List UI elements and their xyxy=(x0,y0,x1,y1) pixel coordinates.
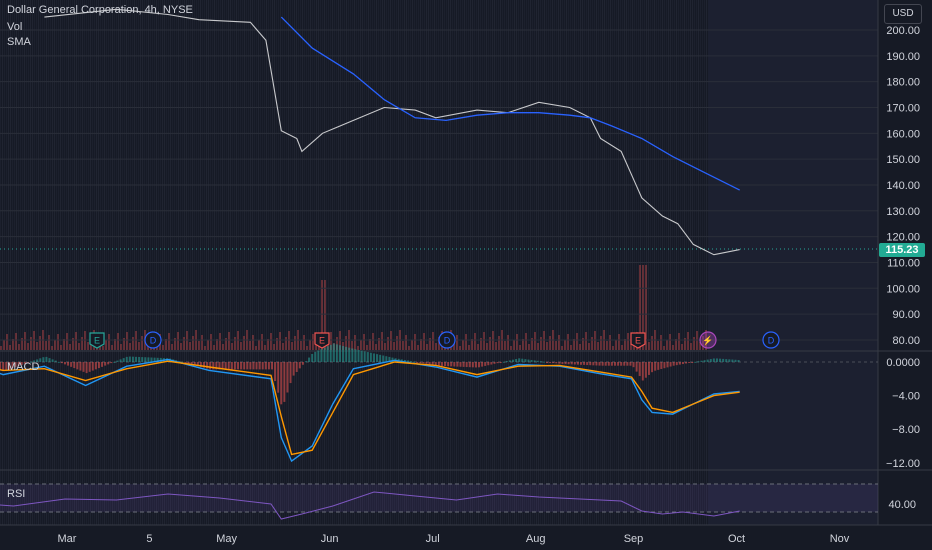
event-label: D xyxy=(768,336,775,346)
x-axis-label: Jun xyxy=(321,533,339,545)
x-axis-label: May xyxy=(216,533,237,545)
event-label: ⚡ xyxy=(702,335,713,347)
price-y-tick: 100.00 xyxy=(886,283,920,295)
x-axis-label: Aug xyxy=(526,533,546,545)
macd-y-tick: −12.00 xyxy=(886,458,920,470)
price-y-tick: 140.00 xyxy=(886,180,920,192)
event-marker-dividend[interactable]: D xyxy=(438,331,456,349)
x-axis-label: Oct xyxy=(728,533,745,545)
x-axis-label: Nov xyxy=(830,533,850,545)
event-label: D xyxy=(444,336,451,346)
price-y-tick: 160.00 xyxy=(886,128,920,140)
symbol-title: Dollar General Corporation, 4h, NYSE xyxy=(7,4,193,16)
x-axis-label: Sep xyxy=(624,533,644,545)
currency-button[interactable]: USD xyxy=(884,4,922,24)
price-y-tick: 150.00 xyxy=(886,154,920,166)
x-axis-label: Mar xyxy=(58,533,77,545)
event-marker-earnings[interactable]: E xyxy=(89,332,105,349)
indicator-sma-label[interactable]: SMA xyxy=(7,36,31,48)
price-y-tick: 170.00 xyxy=(886,102,920,114)
rsi-pane-title[interactable]: RSI xyxy=(7,488,25,500)
x-axis-label: 5 xyxy=(146,533,152,545)
event-label: E xyxy=(319,336,325,346)
price-y-tick: 120.00 xyxy=(886,232,920,244)
macd-y-tick: −4.00 xyxy=(892,391,920,403)
event-marker-earnings[interactable]: E xyxy=(630,332,646,349)
event-marker-dividend[interactable]: D xyxy=(762,331,780,349)
event-marker-earnings[interactable]: E xyxy=(314,332,330,349)
price-y-tick: 200.00 xyxy=(886,25,920,37)
price-y-tick: 190.00 xyxy=(886,51,920,63)
event-label: E xyxy=(635,336,641,346)
event-marker-split[interactable]: ⚡ xyxy=(699,331,717,349)
macd-y-tick: −8.00 xyxy=(892,424,920,436)
event-label: D xyxy=(150,336,157,346)
event-label: E xyxy=(94,336,100,346)
price-y-tick: 80.00 xyxy=(892,335,920,347)
macd-pane-title[interactable]: MACD xyxy=(7,361,39,373)
event-marker-dividend[interactable]: D xyxy=(144,331,162,349)
price-y-tick: 90.00 xyxy=(892,309,920,321)
indicator-vol-label[interactable]: Vol xyxy=(7,21,22,33)
last-price-tag: 115.23 xyxy=(879,243,925,257)
rsi-y-tick: 40.00 xyxy=(888,499,916,511)
price-y-tick: 180.00 xyxy=(886,77,920,89)
x-axis-label: Jul xyxy=(426,533,440,545)
macd-y-tick: 0.0000 xyxy=(886,357,920,369)
price-y-tick: 130.00 xyxy=(886,206,920,218)
chart-canvas[interactable]: E D E D E ⚡ D 200.00 190.00 180.00 170.00 160.00 15… xyxy=(0,0,932,550)
price-y-tick: 110.00 xyxy=(887,257,920,269)
